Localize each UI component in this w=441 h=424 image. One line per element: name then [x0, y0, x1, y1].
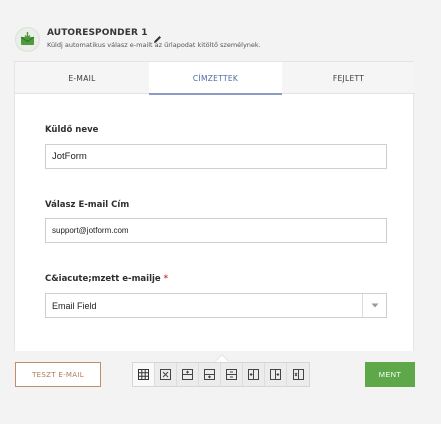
delete-row-icon[interactable]	[221, 363, 243, 386]
table-toolbar	[132, 362, 310, 387]
tab-email[interactable]: E-MAIL	[15, 62, 149, 94]
table-icon[interactable]	[133, 363, 155, 386]
title-row: AUTORESPONDER 1	[47, 26, 162, 43]
reply-email-label: Válasz E-mail Cím	[45, 200, 130, 210]
tab-recipients[interactable]: CÍMZETTEK	[149, 62, 282, 95]
autoresponder-icon	[15, 27, 40, 52]
autoresponder-subtitle: Küldj automatikus válasz e-mailt az űrla…	[47, 41, 261, 49]
pencil-icon[interactable]	[153, 29, 162, 43]
recipient-email-label-text: C&iacute;mzett e-mailje	[45, 274, 161, 284]
footer-bar: TESZT E-MAIL MENT	[0, 351, 441, 424]
insert-row-above-icon[interactable]	[177, 363, 199, 386]
insert-row-below-icon[interactable]	[199, 363, 221, 386]
save-button[interactable]: MENT	[365, 362, 415, 387]
sender-name-field[interactable]: JotForm	[45, 144, 387, 169]
required-marker: *	[163, 274, 169, 284]
recipient-email-label: C&iacute;mzett e-mailje *	[45, 274, 168, 284]
reply-email-value: support@jotform.com	[52, 226, 129, 235]
recipient-email-value: Email Field	[52, 300, 97, 311]
tab-advanced[interactable]: FEJLETT	[282, 62, 415, 94]
sender-name-label: Küldő neve	[45, 125, 99, 135]
insert-column-right-icon[interactable]	[265, 363, 287, 386]
test-email-button[interactable]: TESZT E-MAIL	[15, 362, 101, 387]
recipient-email-select[interactable]: Email Field	[45, 293, 387, 318]
insert-column-left-icon[interactable]	[243, 363, 265, 386]
reply-email-field[interactable]: support@jotform.com	[45, 218, 387, 243]
settings-panel: E-MAIL CÍMZETTEK FEJLETT Küldő neve JotF…	[14, 61, 415, 351]
sender-name-value: JotForm	[52, 151, 87, 162]
tab-bar: E-MAIL CÍMZETTEK FEJLETT	[15, 62, 415, 95]
delete-column-icon[interactable]	[287, 363, 309, 386]
table-remove-icon[interactable]	[155, 363, 177, 386]
autoresponder-title: AUTORESPONDER 1	[47, 28, 148, 38]
chevron-down-icon[interactable]	[362, 294, 386, 317]
autoresponder-header: AUTORESPONDER 1 Küldj automatikus válasz…	[14, 24, 434, 56]
